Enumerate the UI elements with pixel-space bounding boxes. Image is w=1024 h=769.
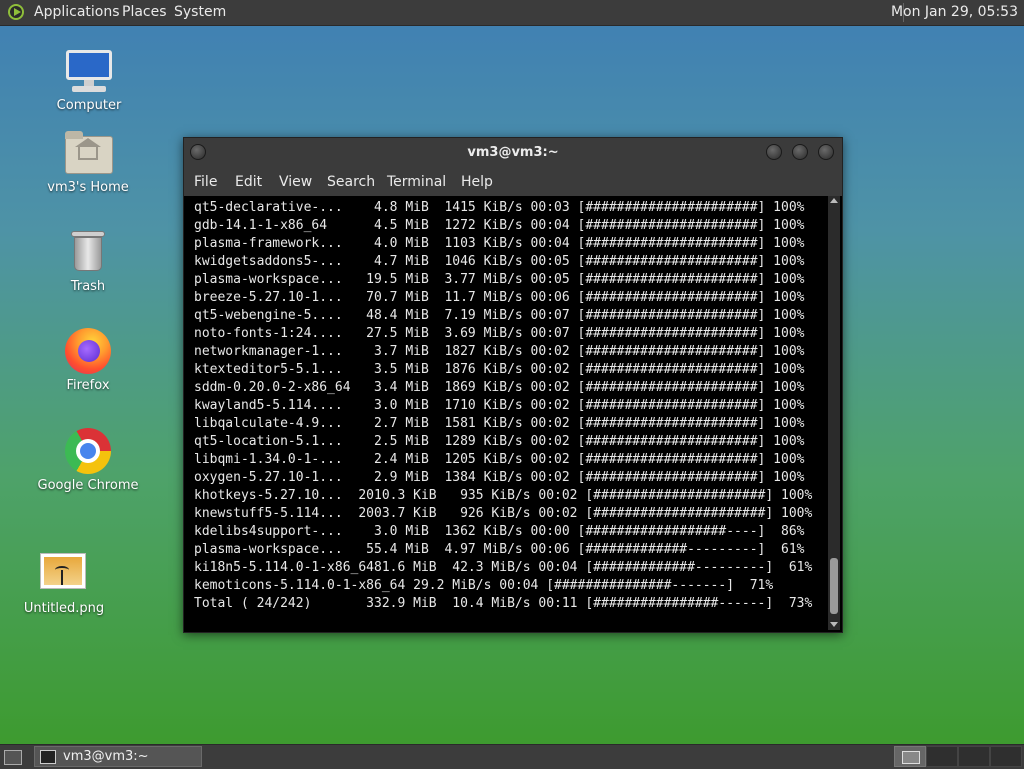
terminal-line: oxygen-5.27.10-1... 2.9 MiB 1384 KiB/s 0…	[194, 470, 805, 485]
firefox-icon	[63, 326, 113, 376]
close-icon[interactable]	[818, 144, 834, 160]
places-menu[interactable]: Places	[122, 4, 167, 20]
taskbar-item-terminal[interactable]: vm3@vm3:~	[34, 746, 202, 767]
menu-file[interactable]: File	[194, 174, 217, 190]
desktop-icon-home[interactable]: vm3's Home	[28, 128, 148, 195]
terminal-line: Total ( 24/242) 332.9 MiB 10.4 MiB/s 00:…	[194, 596, 813, 611]
scroll-up-icon[interactable]	[830, 198, 838, 203]
chrome-icon	[63, 426, 113, 476]
desktop-icon-label: Computer	[56, 98, 122, 113]
terminal-output[interactable]: qt5-declarative-... 4.8 MiB 1415 KiB/s 0…	[194, 199, 824, 625]
workspace-3[interactable]	[958, 746, 990, 767]
clock[interactable]: Mon Jan 29, 05:53	[891, 4, 1018, 20]
desktop-icon-label: Google Chrome	[37, 478, 139, 493]
desktop-icon-label: vm3's Home	[47, 180, 129, 195]
terminal-line: plasma-framework... 4.0 MiB 1103 KiB/s 0…	[194, 236, 805, 251]
desktop-icon-label: Untitled.png	[23, 601, 105, 616]
menu-bar: File Edit View Search Terminal Help	[184, 168, 842, 196]
terminal-line: sddm-0.20.0-2-x86_64 3.4 MiB 1869 KiB/s …	[194, 380, 805, 395]
computer-icon	[64, 46, 114, 96]
terminal-window[interactable]: vm3@vm3:~ File Edit View Search Terminal…	[183, 137, 843, 633]
taskbar-item-label: vm3@vm3:~	[63, 749, 149, 764]
scroll-thumb[interactable]	[830, 558, 838, 614]
workspace-2[interactable]	[926, 746, 958, 767]
applications-menu[interactable]: Applications	[34, 4, 120, 20]
terminal-line: qt5-webengine-5.... 48.4 MiB 7.19 MiB/s …	[194, 308, 805, 323]
workspace-4[interactable]	[990, 746, 1022, 767]
terminal-line: kwayland5-5.114.... 3.0 MiB 1710 KiB/s 0…	[194, 398, 805, 413]
terminal-line: kwidgetsaddons5-... 4.7 MiB 1046 KiB/s 0…	[194, 254, 805, 269]
terminal-line: ki18n5-5.114.0-1-x86_6481.6 MiB 42.3 MiB…	[194, 560, 813, 575]
desktop-icon-computer[interactable]: Computer	[29, 46, 149, 113]
terminal-line: kdelibs4support-... 3.0 MiB 1362 KiB/s 0…	[194, 524, 805, 539]
terminal-line: noto-fonts-1:24.... 27.5 MiB 3.69 MiB/s …	[194, 326, 805, 341]
title-bar[interactable]: vm3@vm3:~	[184, 138, 842, 168]
desktop-icon-chrome[interactable]: Google Chrome	[28, 426, 148, 493]
terminal-line: knewstuff5-5.114... 2003.7 KiB 926 KiB/s…	[194, 506, 813, 521]
terminal-line: breeze-5.27.10-1... 70.7 MiB 11.7 MiB/s …	[194, 290, 805, 305]
desktop-icon-untitled-png[interactable]: Untitled.png	[4, 549, 124, 616]
menu-search[interactable]: Search	[327, 174, 375, 190]
terminal-line: libqalculate-4.9... 2.7 MiB 1581 KiB/s 0…	[194, 416, 805, 431]
scrollbar[interactable]	[828, 196, 840, 630]
terminal-line: plasma-workspace... 55.4 MiB 4.97 MiB/s …	[194, 542, 805, 557]
menu-edit[interactable]: Edit	[235, 174, 262, 190]
minimize-icon[interactable]	[766, 144, 782, 160]
terminal-line: libqmi-1.34.0-1-... 2.4 MiB 1205 KiB/s 0…	[194, 452, 805, 467]
trash-icon	[63, 227, 113, 277]
desktop-icon-trash[interactable]: Trash	[28, 227, 148, 294]
image-file-icon	[39, 549, 89, 599]
terminal-icon	[40, 750, 56, 764]
bottom-panel: vm3@vm3:~	[0, 744, 1024, 769]
terminal-line: khotkeys-5.27.10... 2010.3 KiB 935 KiB/s…	[194, 488, 813, 503]
menu-terminal[interactable]: Terminal	[387, 174, 446, 190]
window-title: vm3@vm3:~	[467, 145, 559, 160]
maximize-icon[interactable]	[792, 144, 808, 160]
workspace-1[interactable]	[894, 746, 926, 767]
terminal-line: qt5-declarative-... 4.8 MiB 1415 KiB/s 0…	[194, 200, 805, 215]
menu-logo-icon[interactable]	[8, 4, 24, 20]
desktop-icon-firefox[interactable]: Firefox	[28, 326, 148, 393]
terminal-line: qt5-location-5.1... 2.5 MiB 1289 KiB/s 0…	[194, 434, 805, 449]
menu-view[interactable]: View	[279, 174, 312, 190]
scroll-down-icon[interactable]	[830, 622, 838, 627]
terminal-line: networkmanager-1... 3.7 MiB 1827 KiB/s 0…	[194, 344, 805, 359]
terminal-line: gdb-14.1-1-x86_64 4.5 MiB 1272 KiB/s 00:…	[194, 218, 805, 233]
terminal-line: ktexteditor5-5.1... 3.5 MiB 1876 KiB/s 0…	[194, 362, 805, 377]
home-folder-icon	[63, 128, 113, 178]
terminal-line: kemoticons-5.114.0-1-x86_64 29.2 MiB/s 0…	[194, 578, 774, 593]
top-panel: Applications Places System Mon Jan 29, 0…	[0, 0, 1024, 26]
show-desktop-icon[interactable]	[4, 750, 22, 765]
desktop-icon-label: Firefox	[66, 378, 110, 393]
system-menu[interactable]: System	[174, 4, 226, 20]
terminal-line: plasma-workspace... 19.5 MiB 3.77 MiB/s …	[194, 272, 805, 287]
menu-help[interactable]: Help	[461, 174, 493, 190]
desktop-icon-label: Trash	[70, 279, 106, 294]
